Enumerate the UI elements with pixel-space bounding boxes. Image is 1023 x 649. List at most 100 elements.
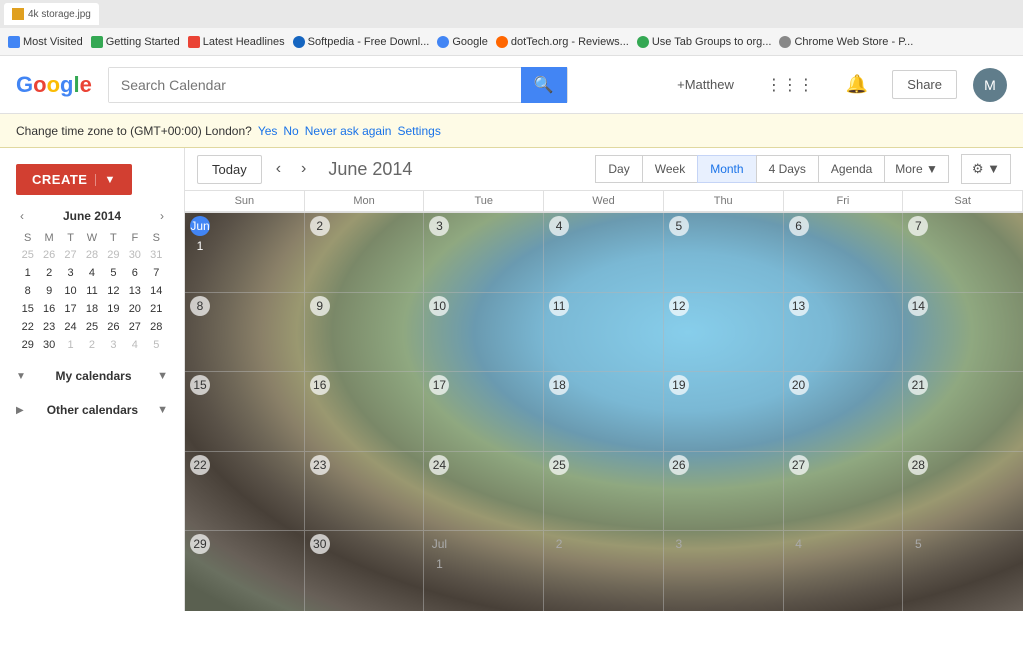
settings-button[interactable]: ⚙ ▼: [961, 154, 1011, 184]
calendar-date-cell[interactable]: 14: [903, 293, 1023, 373]
calendar-date-cell[interactable]: 16: [305, 372, 425, 452]
mini-cal-day[interactable]: 3: [104, 337, 123, 353]
calendar-date-cell[interactable]: 21: [903, 372, 1023, 452]
mini-cal-day[interactable]: 26: [104, 319, 123, 335]
mini-cal-day[interactable]: 11: [82, 283, 101, 299]
notifications-button[interactable]: 🔔: [838, 70, 876, 99]
calendar-date-cell[interactable]: 17: [424, 372, 544, 452]
calendar-date-cell[interactable]: 2: [544, 531, 664, 611]
other-calendars-header[interactable]: ▶ Other calendars ▼: [12, 399, 172, 421]
mini-cal-day[interactable]: 29: [18, 337, 37, 353]
calendar-date-cell[interactable]: 5: [664, 213, 784, 293]
bookmark-most-visited[interactable]: Most Visited: [8, 36, 83, 48]
mini-cal-day[interactable]: 7: [147, 265, 166, 281]
mini-cal-day[interactable]: 6: [125, 265, 144, 281]
calendar-date-cell[interactable]: 11: [544, 293, 664, 373]
user-profile-button[interactable]: +Matthew: [669, 73, 742, 96]
calendar-date-cell[interactable]: 7: [903, 213, 1023, 293]
mini-cal-day[interactable]: 3: [61, 265, 80, 281]
calendar-date-cell[interactable]: 3: [424, 213, 544, 293]
mini-cal-day[interactable]: 19: [104, 301, 123, 317]
today-button[interactable]: Today: [197, 155, 262, 184]
mini-cal-day[interactable]: 23: [39, 319, 58, 335]
tz-yes-link[interactable]: Yes: [258, 124, 278, 138]
bookmark-google[interactable]: Google: [437, 36, 487, 48]
tz-no-link[interactable]: No: [283, 124, 298, 138]
calendar-date-cell[interactable]: 22: [185, 452, 305, 532]
calendar-date-cell[interactable]: 30: [305, 531, 425, 611]
view-week-button[interactable]: Week: [642, 155, 698, 183]
view-month-button[interactable]: Month: [697, 155, 756, 183]
mini-cal-day[interactable]: 10: [61, 283, 80, 299]
calendar-date-cell[interactable]: 25: [544, 452, 664, 532]
share-button[interactable]: Share: [892, 70, 957, 99]
calendar-date-cell[interactable]: 15: [185, 372, 305, 452]
mini-cal-day[interactable]: 2: [39, 265, 58, 281]
view-4days-button[interactable]: 4 Days: [756, 155, 819, 183]
avatar[interactable]: M: [973, 68, 1007, 102]
tz-settings-link[interactable]: Settings: [397, 124, 440, 138]
calendar-date-cell[interactable]: 9: [305, 293, 425, 373]
calendar-date-cell[interactable]: Jun 1: [185, 213, 305, 293]
calendar-date-cell[interactable]: 2: [305, 213, 425, 293]
mini-cal-day[interactable]: 17: [61, 301, 80, 317]
calendar-date-cell[interactable]: 4: [784, 531, 904, 611]
mini-cal-day[interactable]: 25: [18, 247, 37, 263]
apps-button[interactable]: ⋮⋮⋮: [758, 71, 822, 99]
tab-item[interactable]: 4k storage.jpg: [4, 3, 99, 25]
search-button[interactable]: 🔍: [521, 67, 567, 103]
mini-cal-day[interactable]: 8: [18, 283, 37, 299]
mini-cal-day[interactable]: 12: [104, 283, 123, 299]
my-calendars-dropdown-button[interactable]: ▼: [157, 370, 168, 382]
search-input[interactable]: [109, 68, 521, 102]
calendar-date-cell[interactable]: 29: [185, 531, 305, 611]
bookmark-softpedia[interactable]: Softpedia - Free Downl...: [293, 36, 430, 48]
bookmark-chrome-store[interactable]: Chrome Web Store - P...: [779, 36, 913, 48]
calendar-date-cell[interactable]: 26: [664, 452, 784, 532]
mini-cal-title[interactable]: June 2014: [63, 209, 121, 223]
mini-cal-day[interactable]: 27: [61, 247, 80, 263]
mini-cal-day[interactable]: 21: [147, 301, 166, 317]
mini-cal-day[interactable]: 14: [147, 283, 166, 299]
mini-cal-day[interactable]: 5: [147, 337, 166, 353]
mini-cal-day[interactable]: 5: [104, 265, 123, 281]
bookmark-tab-groups[interactable]: Use Tab Groups to org...: [637, 36, 772, 48]
calendar-date-cell[interactable]: 18: [544, 372, 664, 452]
calendar-date-cell[interactable]: 10: [424, 293, 544, 373]
mini-cal-day[interactable]: 1: [18, 265, 37, 281]
mini-cal-day[interactable]: 13: [125, 283, 144, 299]
bookmark-getting-started[interactable]: Getting Started: [91, 36, 180, 48]
mini-cal-day[interactable]: 27: [125, 319, 144, 335]
calendar-date-cell[interactable]: 27: [784, 452, 904, 532]
mini-cal-day[interactable]: 2: [82, 337, 101, 353]
calendar-date-cell[interactable]: 24: [424, 452, 544, 532]
other-calendars-dropdown-button[interactable]: ▼: [157, 404, 168, 416]
mini-cal-day[interactable]: 4: [82, 265, 101, 281]
calendar-date-cell[interactable]: 20: [784, 372, 904, 452]
mini-cal-day[interactable]: 22: [18, 319, 37, 335]
mini-cal-day[interactable]: 28: [82, 247, 101, 263]
calendar-date-cell[interactable]: 23: [305, 452, 425, 532]
calendar-date-cell[interactable]: 19: [664, 372, 784, 452]
mini-cal-day[interactable]: 28: [147, 319, 166, 335]
mini-cal-day[interactable]: 31: [147, 247, 166, 263]
mini-cal-day[interactable]: 16: [39, 301, 58, 317]
view-agenda-button[interactable]: Agenda: [818, 155, 885, 183]
mini-cal-day[interactable]: 20: [125, 301, 144, 317]
mini-cal-day[interactable]: 9: [39, 283, 58, 299]
mini-cal-day[interactable]: 30: [39, 337, 58, 353]
mini-cal-day[interactable]: 1: [61, 337, 80, 353]
bookmark-dottech[interactable]: dotTech.org - Reviews...: [496, 36, 629, 48]
next-button[interactable]: ›: [295, 159, 312, 179]
bookmark-headlines[interactable]: Latest Headlines: [188, 36, 285, 48]
mini-cal-day[interactable]: 29: [104, 247, 123, 263]
calendar-date-cell[interactable]: 4: [544, 213, 664, 293]
calendar-date-cell[interactable]: 13: [784, 293, 904, 373]
view-day-button[interactable]: Day: [595, 155, 642, 183]
calendar-date-cell[interactable]: 12: [664, 293, 784, 373]
my-calendars-header[interactable]: ▼ My calendars ▼: [12, 365, 172, 387]
mini-next-button[interactable]: ›: [156, 207, 168, 225]
calendar-date-cell[interactable]: 28: [903, 452, 1023, 532]
calendar-date-cell[interactable]: 3: [664, 531, 784, 611]
mini-cal-day[interactable]: 25: [82, 319, 101, 335]
